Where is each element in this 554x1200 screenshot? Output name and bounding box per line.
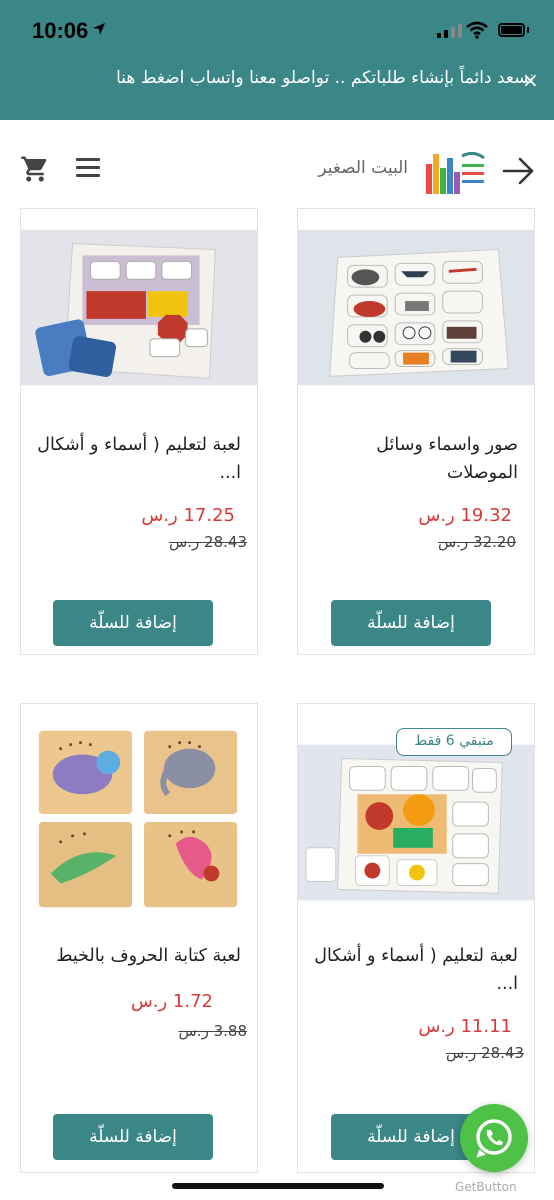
status-bar: 10:06: [0, 0, 554, 62]
product-price: 19.32 ر.س: [418, 505, 512, 526]
add-to-cart-button[interactable]: إضافة للسلّة: [53, 1114, 213, 1160]
cart-icon[interactable]: [20, 154, 50, 184]
product-old-price: 28.43 ر.س: [168, 533, 247, 551]
product-card[interactable]: لعبة كتابة الحروف بالخيط 1.72 ر.س 3.88 ر…: [20, 703, 258, 1173]
product-price: 17.25 ر.س: [141, 505, 235, 526]
getbutton-brand[interactable]: GetButton: [455, 1180, 517, 1194]
status-time: 10:06: [32, 18, 89, 43]
location-arrow-icon: [93, 23, 105, 35]
menu-icon[interactable]: [76, 158, 100, 180]
signal-icon: [437, 24, 462, 38]
product-title[interactable]: لعبة لتعليم ( أسماء و أشكال ا...: [35, 431, 241, 487]
stock-badge: متبقي 6 فقط: [396, 728, 512, 756]
product-image[interactable]: [298, 229, 534, 386]
site-header: البيت الصغير: [0, 120, 554, 220]
whatsapp-button[interactable]: [460, 1104, 528, 1172]
product-old-price: 3.88 ر.س: [178, 1022, 248, 1040]
product-old-price: 28.43 ر.س: [445, 1044, 524, 1062]
product-card[interactable]: صور واسماء وسائل الموصلات 19.32 ر.س 32.2…: [297, 208, 535, 655]
whatsapp-icon: [476, 1119, 512, 1158]
product-title[interactable]: صور واسماء وسائل الموصلات: [312, 431, 518, 487]
store-name[interactable]: البيت الصغير: [318, 158, 408, 178]
banner-text[interactable]: نسعد دائماً بإنشاء طلباتكم .. تواصلو معن…: [60, 66, 534, 90]
battery-icon: [498, 23, 525, 37]
arrow-right-icon[interactable]: [502, 156, 536, 186]
product-title[interactable]: لعبة لتعليم ( أسماء و أشكال ا...: [312, 942, 518, 998]
product-card[interactable]: لعبة لتعليم ( أسماء و أشكال ا... 17.25 ر…: [20, 208, 258, 655]
product-old-price: 32.20 ر.س: [437, 533, 516, 551]
product-price: 11.11 ر.س: [418, 1016, 512, 1037]
store-logo[interactable]: [424, 146, 486, 198]
product-card[interactable]: متبقي 6 فقط لعبة لتعليم ( أسماء و أشكال …: [297, 703, 535, 1173]
product-image[interactable]: [21, 724, 257, 914]
add-to-cart-button[interactable]: إضافة للسلّة: [331, 600, 491, 646]
add-to-cart-button[interactable]: إضافة للسلّة: [53, 600, 213, 646]
wifi-icon: [466, 21, 488, 39]
product-image[interactable]: [21, 229, 257, 386]
store-page: 10:06 نسعد دائماً بإنشاء طلباتكم .. تواص…: [0, 0, 554, 1200]
product-price: 1.72 ر.س: [130, 991, 213, 1012]
product-title[interactable]: لعبة كتابة الحروف بالخيط: [35, 942, 241, 970]
close-banner-button[interactable]: ×: [522, 68, 539, 92]
product-image[interactable]: [298, 744, 534, 901]
home-indicator: [172, 1183, 384, 1189]
announcement-banner[interactable]: نسعد دائماً بإنشاء طلباتكم .. تواصلو معن…: [0, 62, 554, 120]
